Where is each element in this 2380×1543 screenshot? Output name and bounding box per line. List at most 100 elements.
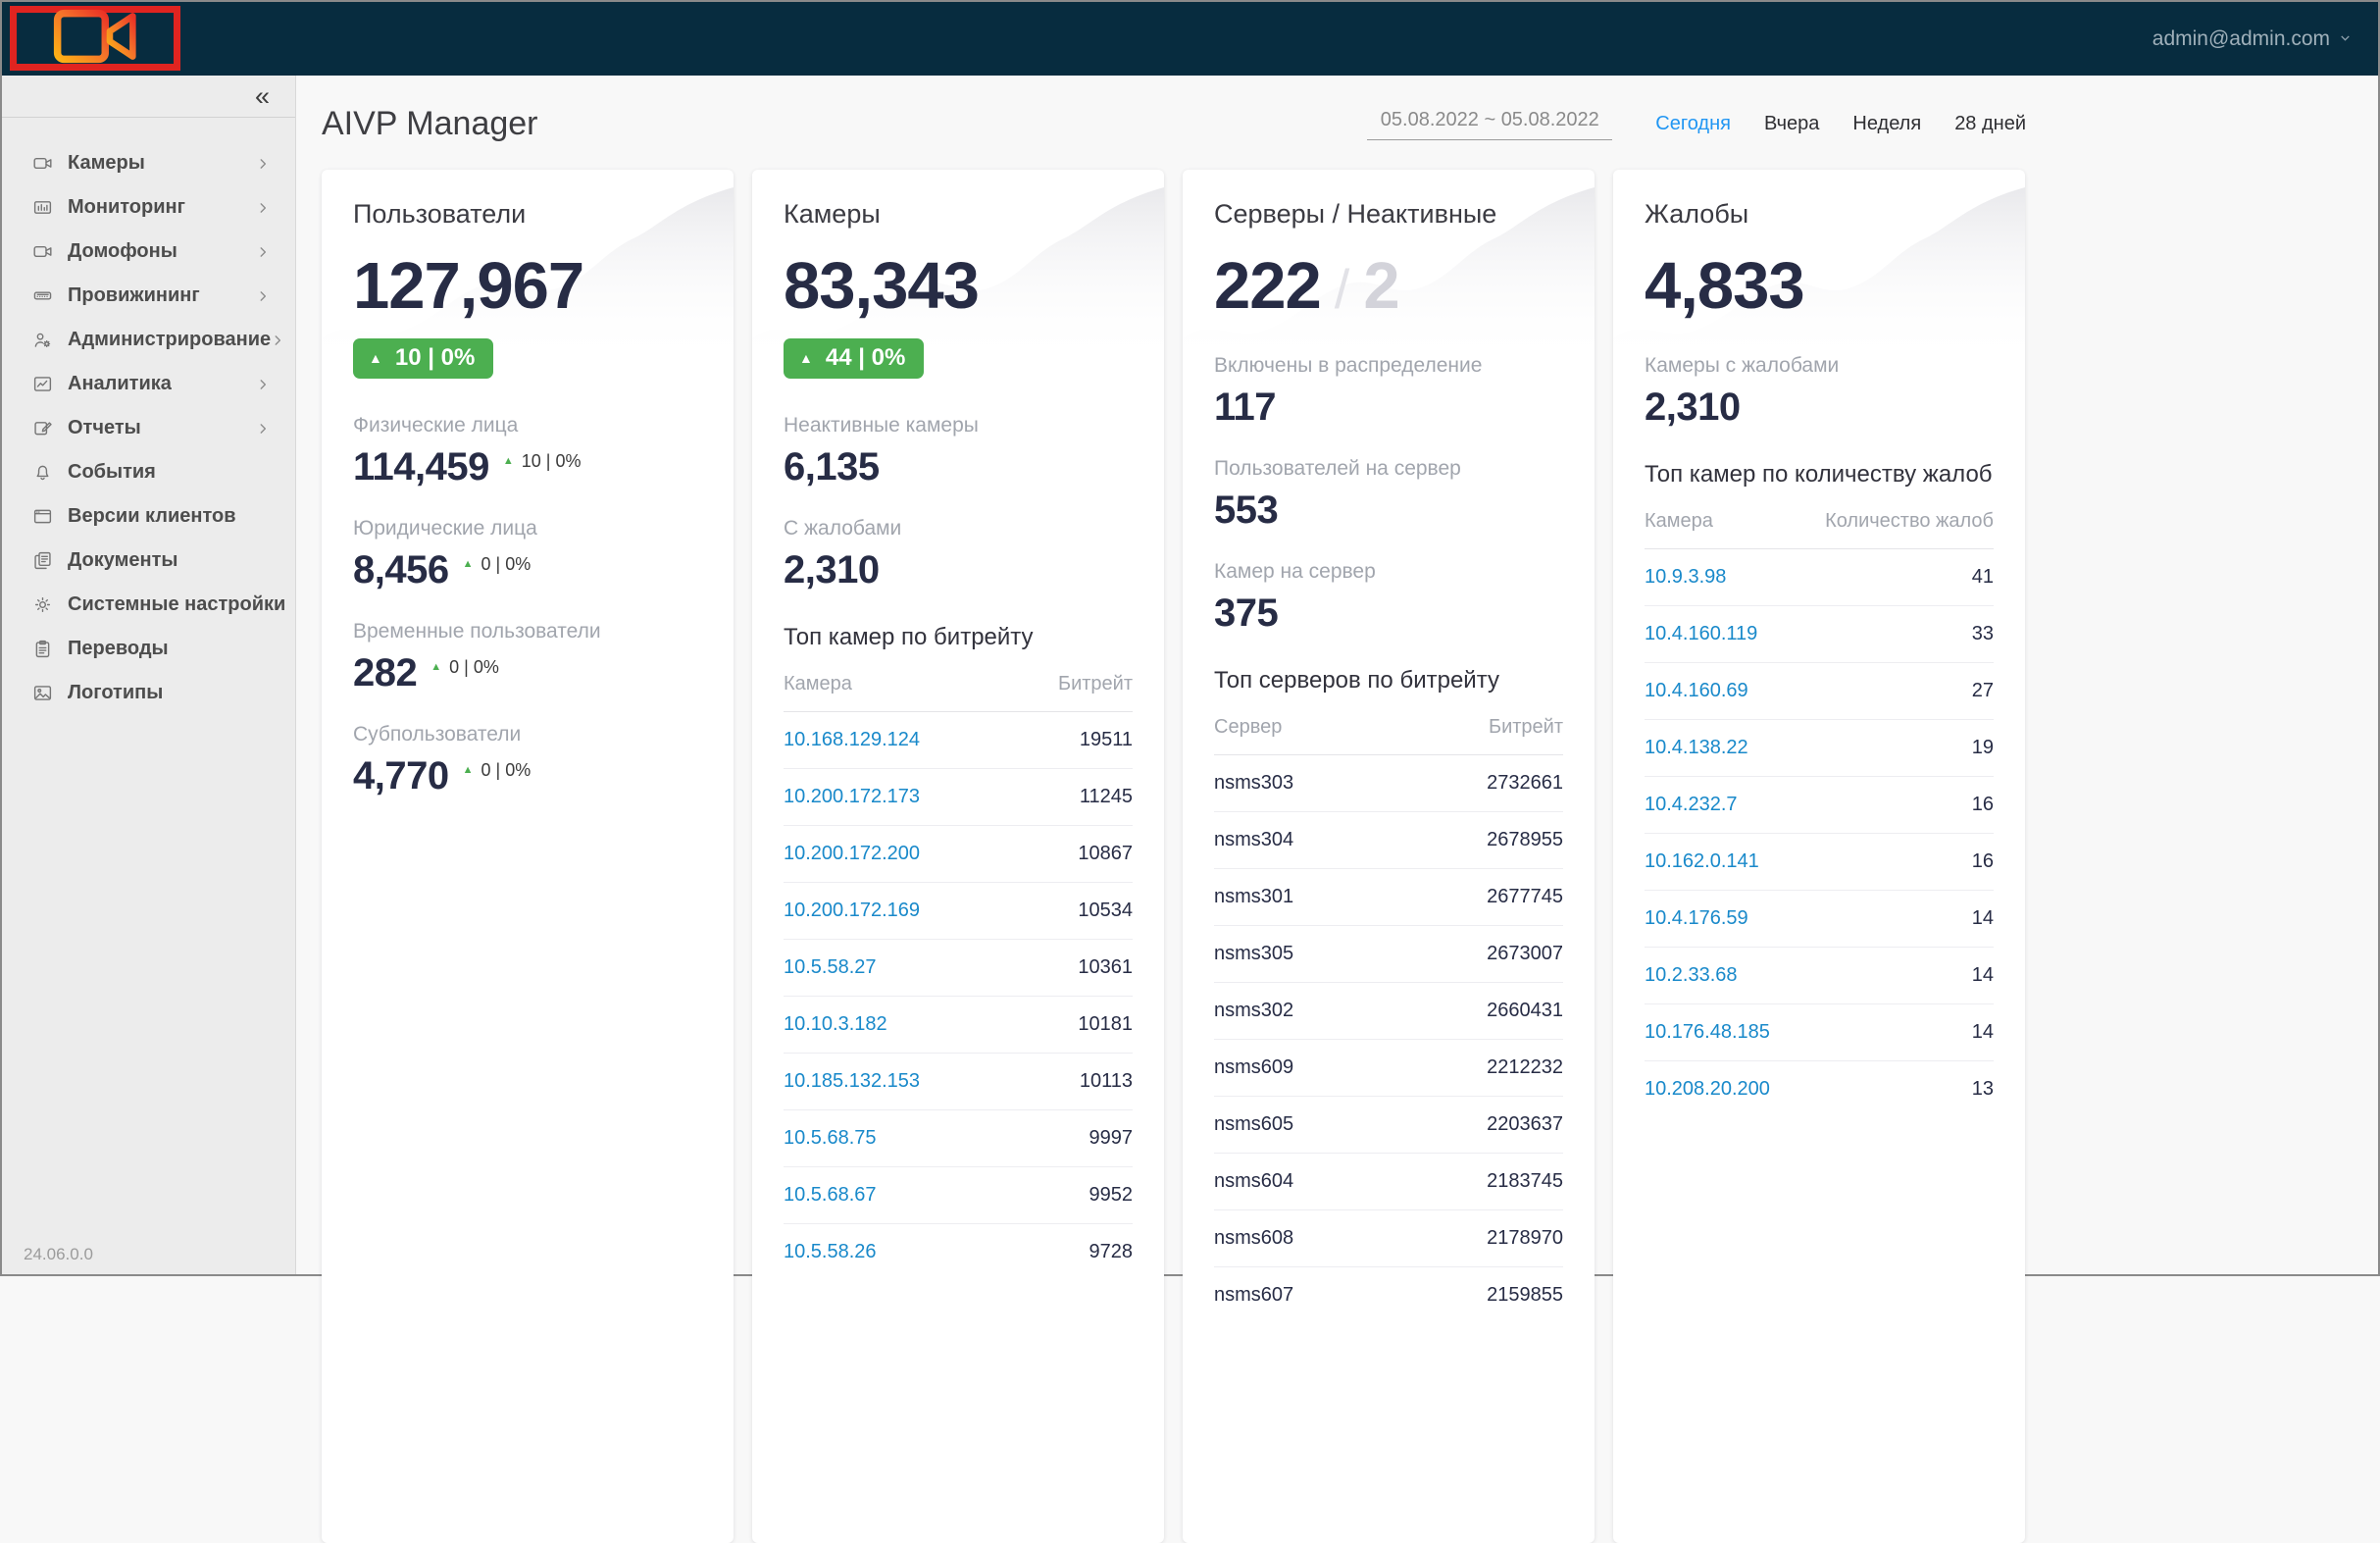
bitrate-value: 19511	[1080, 729, 1133, 751]
table-row: 10.4.160.69 27	[1645, 663, 1994, 720]
complaints-count: 16	[1972, 794, 1994, 816]
dashboard-cards: Пользователи 127,967 ▲ 10 | 0% Физически…	[322, 170, 2026, 1543]
camera-ip-link[interactable]: 10.5.68.75	[784, 1127, 877, 1150]
value-separator: /	[1335, 262, 1350, 317]
sidebar-item-reports[interactable]: Отчеты	[2, 406, 295, 450]
bitrate-value: 2203637	[1487, 1113, 1563, 1136]
bitrate-value: 2673007	[1487, 943, 1563, 965]
top-cameras-bitrate-table: 10.168.129.124 19511 10.200.172.173 1124…	[784, 712, 1133, 1280]
camera-ip-link[interactable]: 10.5.58.26	[784, 1241, 877, 1263]
metric-change: ▲ 10 | 0%	[503, 451, 582, 472]
chevron-right-icon	[256, 245, 270, 259]
camera-ip-link[interactable]: 10.9.3.98	[1645, 566, 1726, 589]
tab-week[interactable]: Неделя	[1852, 113, 1921, 135]
chevron-right-icon	[256, 422, 270, 436]
sidebar-item-intercoms[interactable]: Домофоны	[2, 230, 295, 274]
camera-ip-link[interactable]: 10.4.176.59	[1645, 907, 1748, 930]
date-range-input[interactable]	[1367, 109, 1612, 140]
camera-icon	[31, 241, 53, 263]
sidebar-item-label: Переводы	[68, 638, 169, 660]
sidebar-item-logos[interactable]: Логотипы	[2, 671, 295, 715]
metric-label: С жалобами	[784, 517, 1133, 540]
table-row: 10.5.68.67 9952	[784, 1167, 1133, 1224]
complaints-count: 19	[1972, 737, 1994, 759]
metric: Неактивные камеры 6,135	[784, 414, 1133, 488]
sidebar-item-monitoring[interactable]: Мониторинг	[2, 185, 295, 230]
server-icon	[31, 285, 53, 307]
chevron-down-icon	[2338, 27, 2353, 51]
period-tabs: Сегодня Вчера Неделя 28 дней	[1655, 113, 2026, 135]
card-title: Пользователи	[353, 199, 702, 230]
server-name: nsms605	[1214, 1113, 1293, 1136]
camera-ip-link[interactable]: 10.200.172.169	[784, 900, 920, 922]
camera-ip-link[interactable]: 10.2.33.68	[1645, 964, 1738, 987]
sidebar-item-client-versions[interactable]: Версии клиентов	[2, 494, 295, 539]
metric-change: ▲ 0 | 0%	[463, 760, 532, 781]
metric-value: 375	[1214, 592, 1278, 634]
table-row: 10.4.232.7 16	[1645, 777, 1994, 834]
camera-ip-link[interactable]: 10.4.160.119	[1645, 623, 1757, 645]
camera-ip-link[interactable]: 10.5.68.67	[784, 1184, 877, 1207]
user-email: admin@admin.com	[2152, 27, 2330, 51]
camera-ip-link[interactable]: 10.185.132.153	[784, 1070, 920, 1093]
tab-28-days[interactable]: 28 дней	[1954, 113, 2026, 135]
sidebar-item-label: Системные настройки	[68, 593, 285, 616]
metric-label: Неактивные камеры	[784, 414, 1133, 437]
image-icon	[31, 683, 53, 704]
bell-icon	[31, 462, 53, 484]
camera-ip-link[interactable]: 10.4.232.7	[1645, 794, 1738, 816]
server-name: nsms303	[1214, 772, 1293, 795]
metric-change: ▲ 0 | 0%	[463, 554, 532, 575]
sidebar-item-events[interactable]: События	[2, 450, 295, 494]
table-row: nsms305 2673007	[1214, 926, 1563, 983]
table-row: 10.208.20.200 13	[1645, 1061, 1994, 1117]
edit-icon	[31, 418, 53, 439]
bar-chart-icon	[31, 197, 53, 219]
user-menu[interactable]: admin@admin.com	[2152, 2, 2353, 76]
complaints-count: 41	[1972, 566, 1994, 589]
camera-ip-link[interactable]: 10.176.48.185	[1645, 1021, 1770, 1044]
bitrate-value: 10867	[1078, 843, 1133, 865]
complaints-count: 14	[1972, 907, 1994, 930]
camera-ip-link[interactable]: 10.208.20.200	[1645, 1078, 1770, 1101]
sidebar-menu: Камеры Мониторинг Домофоны Провижининг А…	[2, 118, 295, 715]
sidebar-item-analytics[interactable]: Аналитика	[2, 362, 295, 406]
table-header: Камера Битрейт	[784, 673, 1133, 712]
server-name: nsms302	[1214, 1000, 1293, 1022]
camera-ip-link[interactable]: 10.10.3.182	[784, 1013, 887, 1036]
app-version: 24.06.0.0	[24, 1245, 93, 1264]
table-row: nsms608 2178970	[1214, 1210, 1563, 1267]
camera-ip-link[interactable]: 10.200.172.200	[784, 843, 920, 865]
camera-ip-link[interactable]: 10.200.172.173	[784, 786, 920, 808]
camera-ip-link[interactable]: 10.162.0.141	[1645, 850, 1759, 873]
table-row: 10.162.0.141 16	[1645, 834, 1994, 891]
card-cameras: Камеры 83,343 ▲ 44 | 0% Неактивные камер…	[752, 170, 1164, 1543]
sidebar-item-label: Версии клиентов	[68, 505, 236, 528]
bitrate-value: 10181	[1078, 1013, 1133, 1036]
metric-value: 8,456	[353, 549, 449, 591]
sidebar-item-provisioning[interactable]: Провижининг	[2, 274, 295, 318]
sidebar-item-cameras[interactable]: Камеры	[2, 141, 295, 185]
tab-yesterday[interactable]: Вчера	[1764, 113, 1819, 135]
arrow-up-icon: ▲	[799, 351, 813, 365]
servers-inactive-total: 2	[1363, 253, 1398, 319]
arrow-up-icon: ▲	[430, 662, 441, 673]
table-title: Топ камер по битрейту	[784, 624, 1133, 651]
sidebar-item-administration[interactable]: Администрирование	[2, 318, 295, 362]
camera-ip-link[interactable]: 10.4.138.22	[1645, 737, 1748, 759]
sidebar-item-system-settings[interactable]: Системные настройки	[2, 583, 295, 627]
users-total: 127,967	[353, 253, 583, 319]
sidebar-item-translations[interactable]: Переводы	[2, 627, 295, 671]
sidebar-item-documents[interactable]: Документы	[2, 539, 295, 583]
camera-ip-link[interactable]: 10.5.58.27	[784, 956, 877, 979]
camera-ip-link[interactable]: 10.4.160.69	[1645, 680, 1748, 702]
documents-icon	[31, 550, 53, 572]
tab-today[interactable]: Сегодня	[1655, 113, 1731, 135]
page-header: AIVP Manager Сегодня Вчера Неделя 28 дне…	[322, 105, 2026, 143]
sidebar-item-label: Логотипы	[68, 682, 163, 704]
app-logo[interactable]	[10, 6, 180, 71]
metric: Физические лица 114,459 ▲ 10 | 0%	[353, 414, 702, 488]
sidebar-item-label: Аналитика	[68, 373, 172, 395]
camera-ip-link[interactable]: 10.168.129.124	[784, 729, 920, 751]
sidebar-collapse-button[interactable]: «	[255, 83, 270, 110]
